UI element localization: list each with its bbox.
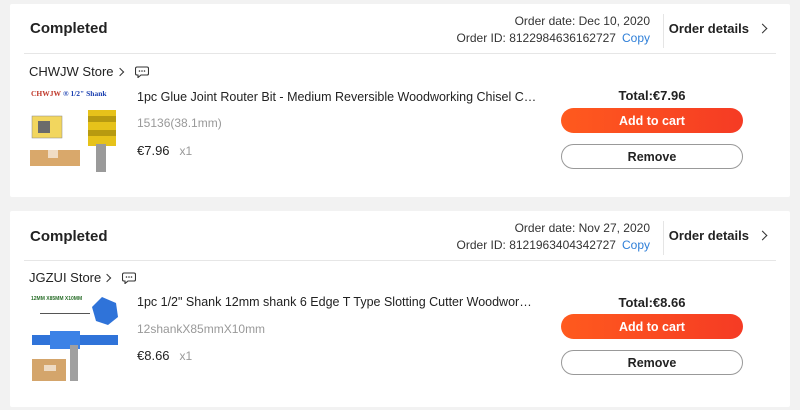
order-details-link[interactable]: Order details (668, 21, 768, 36)
order-id: Order ID: 8121963404342727 (456, 238, 616, 252)
add-to-cart-button[interactable]: Add to cart (561, 314, 743, 339)
store-link[interactable]: JGZUI Store (29, 270, 137, 285)
product-qty: x1 (179, 144, 193, 158)
order-details-label: Order details (668, 228, 749, 243)
store-name: JGZUI Store (29, 270, 102, 285)
chevron-right-icon (115, 67, 124, 76)
order-id-row: Order ID: 8121963404342727 Copy (457, 237, 650, 254)
order-status: Completed (30, 228, 108, 245)
store-name: CHWJW Store (29, 64, 114, 79)
product-price: €8.66 (137, 348, 170, 363)
remove-button[interactable]: Remove (561, 350, 743, 375)
chevron-right-icon (757, 23, 768, 34)
divider (24, 260, 776, 261)
order-status: Completed (30, 20, 108, 37)
product-qty: x1 (179, 349, 193, 363)
product-price: €7.96 (137, 143, 170, 158)
divider (24, 53, 776, 54)
chat-bubble-icon[interactable] (134, 65, 149, 78)
product-variant: 15136(38.1mm) (137, 116, 222, 130)
chevron-right-icon (757, 230, 768, 241)
divider (663, 221, 664, 255)
order-details-link[interactable]: Order details (668, 228, 768, 243)
order-date: Order date: Nov 27, 2020 (514, 221, 650, 235)
product-variant: 12shankX85mmX10mm (137, 322, 266, 336)
copy-order-id-link[interactable]: Copy (622, 238, 650, 252)
order-details-label: Order details (668, 21, 749, 36)
order-id-row: Order ID: 8122984636162727 Copy (457, 30, 650, 47)
product-price-row: €7.96 x1 (137, 143, 192, 158)
order-meta: Order date: Nov 27, 2020 Order ID: 81219… (457, 220, 650, 254)
svg-text:12MM X85MM X10MM: 12MM X85MM X10MM (31, 296, 82, 302)
order-date: Order date: Dec 10, 2020 (514, 14, 650, 28)
store-link[interactable]: CHWJW Store (29, 64, 149, 79)
add-to-cart-button[interactable]: Add to cart (561, 108, 743, 133)
product-title[interactable]: 1pc Glue Joint Router Bit - Medium Rever… (137, 90, 537, 104)
copy-order-id-link[interactable]: Copy (622, 31, 650, 45)
order-card: Completed Order date: Dec 10, 2020 Order… (10, 4, 790, 197)
divider (663, 14, 664, 48)
order-total: Total:€7.96 (618, 88, 686, 103)
remove-button[interactable]: Remove (561, 144, 743, 169)
svg-text:CHWJW® 1/2" Shank: CHWJW ® 1/2" Shank (31, 89, 107, 98)
product-title[interactable]: 1pc 1/2" Shank 12mm shank 6 Edge T Type … (137, 295, 537, 309)
order-card: Completed Order date: Nov 27, 2020 Order… (10, 211, 790, 407)
product-image[interactable]: CHWJW ® 1/2" Shank (30, 86, 122, 178)
product-image[interactable]: 12MM X85MM X10MM (30, 293, 122, 385)
product-price-row: €8.66 x1 (137, 348, 192, 363)
order-total: Total:€8.66 (618, 295, 686, 310)
chat-bubble-icon[interactable] (122, 271, 137, 284)
chevron-right-icon (103, 273, 112, 282)
order-id: Order ID: 8122984636162727 (456, 31, 616, 45)
order-meta: Order date: Dec 10, 2020 Order ID: 81229… (457, 13, 650, 47)
